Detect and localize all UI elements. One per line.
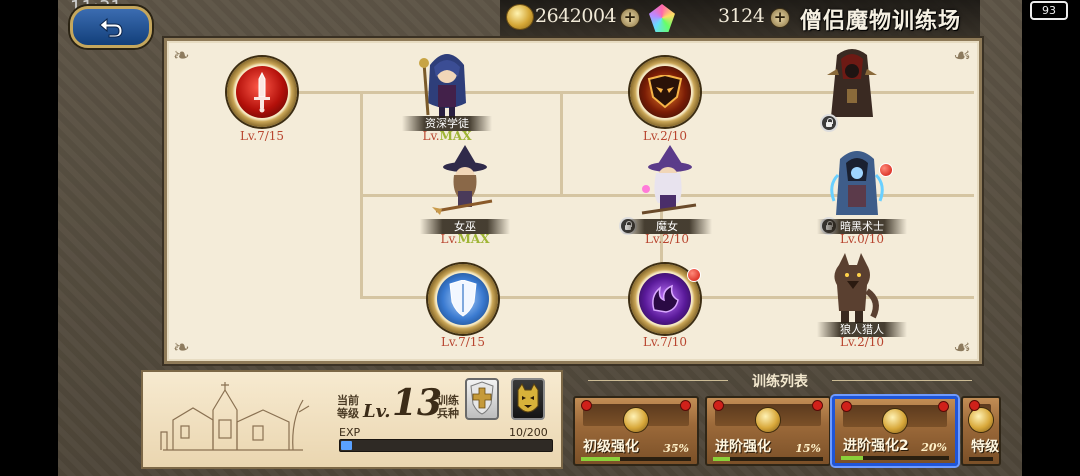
training-card-progress-fill xyxy=(713,457,730,461)
battery-indicator: 93 xyxy=(1030,1,1068,20)
training-card-name: 进阶强化 xyxy=(715,439,771,455)
card-orb-slot xyxy=(583,404,689,432)
page-title: 僧侣魔物训练场 xyxy=(800,8,962,34)
card-orb-slot xyxy=(715,404,821,432)
card-orb-slot xyxy=(843,405,947,433)
training-card-name: 特级 xyxy=(971,439,999,455)
skill-node-demon-mask[interactable] xyxy=(630,57,700,127)
corner-ornament-icon: ❧ xyxy=(173,43,190,67)
training-card[interactable]: 进阶强化 15% xyxy=(705,396,831,466)
node-level-demon-mask: Lv.2/10 xyxy=(642,129,688,143)
gold-orb-icon xyxy=(883,409,907,433)
current-level-value: 13 xyxy=(392,382,443,424)
red-pin-icon xyxy=(841,401,852,412)
gold-orb-icon xyxy=(756,408,780,432)
training-card-progress xyxy=(713,457,823,461)
node-level-dark-mage: Lv.0/10 xyxy=(839,232,885,246)
node-level-witch-girl: Lv.MAX xyxy=(440,232,490,246)
skill-node-sword[interactable] xyxy=(227,57,297,127)
red-pin-icon xyxy=(581,400,592,411)
red-pin-icon xyxy=(680,400,691,411)
werewolf-portrait-icon xyxy=(834,253,879,323)
dark-mage-portrait-icon xyxy=(830,151,884,215)
node-level-sword: Lv.7/15 xyxy=(239,129,285,143)
training-card-progress-fill xyxy=(581,457,620,461)
unit-type-label: 训练 兵种 xyxy=(437,394,459,420)
training-card[interactable]: 初级强化 35% xyxy=(573,396,699,466)
left-letterbox xyxy=(0,0,58,476)
training-card-progress xyxy=(841,456,949,460)
game-screen: 11:31 93 2642004 + 3124 + 僧侣魔物训练场 ❧ ☙ ❧ … xyxy=(0,0,1080,476)
red-pin-icon xyxy=(713,400,724,411)
skill-node-shield[interactable] xyxy=(428,264,498,334)
training-list-header: 训练列表 xyxy=(570,370,990,390)
unit-type-priest-button[interactable] xyxy=(465,378,499,420)
witch-portrait-icon xyxy=(641,145,697,215)
corner-ornament-icon: ☙ xyxy=(953,335,971,359)
unit-werewolf[interactable] xyxy=(817,251,887,331)
back-arrow-icon xyxy=(99,17,123,38)
new-badge-icon xyxy=(687,268,701,282)
exp-progress-fill xyxy=(341,441,352,450)
current-level-label: 当前 等级 xyxy=(337,394,359,420)
exp-value: 10/200 xyxy=(509,426,548,439)
class-info-panel: 当前 等级 Lv. 13 训练 兵种 EXP 10/200 xyxy=(141,370,563,469)
training-card[interactable]: 特级 xyxy=(961,396,1001,466)
node-level-purple-rune: Lv.7/10 xyxy=(642,335,688,349)
training-card-progress-fill xyxy=(841,456,863,460)
node-level-apprentice: Lv.MAX xyxy=(422,129,472,143)
gold-orb-icon xyxy=(624,408,648,432)
red-pin-icon xyxy=(969,400,980,411)
unit-apprentice[interactable] xyxy=(412,43,482,123)
training-card[interactable]: 进阶强化2 20% xyxy=(832,396,958,466)
training-card-percent: 15% xyxy=(795,442,821,455)
dark-priest-portrait-icon xyxy=(827,49,877,117)
unit-type-monster-button[interactable] xyxy=(511,378,545,420)
training-list-title: 训练列表 xyxy=(752,374,808,390)
gem-count: 3124 xyxy=(718,5,765,27)
monster-face-icon xyxy=(517,383,539,413)
apprentice-portrait-icon xyxy=(419,54,466,119)
unit-witch[interactable] xyxy=(632,145,702,225)
training-card-name: 进阶强化2 xyxy=(843,438,909,454)
add-gems-button[interactable]: + xyxy=(770,8,790,28)
witch-girl-portrait-icon xyxy=(432,145,493,215)
exp-label: EXP xyxy=(339,426,361,439)
back-button[interactable] xyxy=(70,6,152,48)
purple-rune-icon xyxy=(652,284,679,313)
shield-icon xyxy=(449,280,477,317)
training-card-name: 初级强化 xyxy=(583,439,639,455)
unit-dark-mage[interactable] xyxy=(822,145,892,225)
node-level-witch: Lv.2/10 xyxy=(644,232,690,246)
red-pin-icon xyxy=(812,400,823,411)
training-card-progress xyxy=(581,457,691,461)
add-coins-button[interactable]: + xyxy=(620,8,640,28)
gold-orb-icon xyxy=(969,408,993,432)
demon-mask-icon xyxy=(647,75,683,109)
training-card-percent: 35% xyxy=(663,442,689,455)
sword-icon xyxy=(254,71,270,113)
lock-icon xyxy=(820,114,838,132)
coin-count: 2642004 xyxy=(535,5,617,27)
unit-witch-girl[interactable] xyxy=(430,145,500,225)
training-card-progress xyxy=(969,457,993,461)
cross-shield-icon xyxy=(470,381,494,415)
right-letterbox xyxy=(1022,0,1080,476)
tree-connector xyxy=(560,91,563,196)
level-prefix: Lv. xyxy=(363,401,391,422)
training-card-percent: 20% xyxy=(921,441,947,454)
new-badge-icon xyxy=(879,163,893,177)
node-level-werewolf: Lv.2/10 xyxy=(839,335,885,349)
gold-coin-icon xyxy=(507,5,533,29)
node-level-shield: Lv.7/15 xyxy=(440,335,486,349)
corner-ornament-icon: ❧ xyxy=(173,335,190,359)
red-pin-icon xyxy=(938,401,949,412)
corner-ornament-icon: ☙ xyxy=(953,43,971,67)
church-illustration-icon xyxy=(160,382,310,451)
skill-tree-panel: ❧ ☙ ❧ ☙ Lv.7/15 资深学徒 Lv.MAX Lv.2/10 女巫 L… xyxy=(164,38,982,364)
exp-progress-bar xyxy=(339,439,553,452)
unit-dark-priest[interactable] xyxy=(817,45,887,125)
